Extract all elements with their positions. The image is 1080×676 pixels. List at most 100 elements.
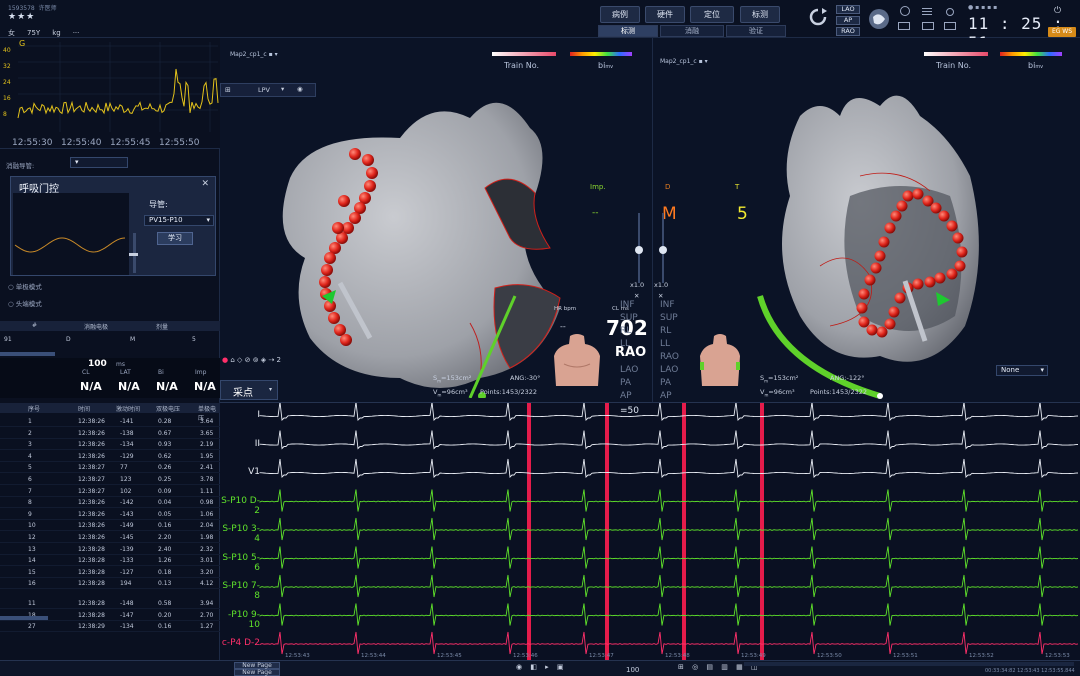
tab-mapping[interactable]: 标测 [740, 6, 780, 23]
view-ap-button[interactable]: AP [836, 16, 860, 25]
none-select[interactable]: None ▾ [996, 365, 1048, 376]
ablation-point[interactable] [956, 246, 968, 258]
ablation-catheter-select[interactable]: ▾ [70, 157, 128, 168]
ablation-point[interactable] [328, 312, 340, 324]
screen-icon[interactable] [922, 22, 934, 30]
ablation-point[interactable] [332, 222, 344, 234]
table-row[interactable]: 3 12:38:26 -134 0.93 2.19 [0, 439, 220, 451]
ablation-point[interactable] [366, 167, 378, 179]
gain-slider-handle[interactable] [129, 253, 138, 256]
table-row[interactable]: 1 12:38:26 -141 0.28 3.64 [0, 416, 220, 427]
ablation-point[interactable] [884, 222, 896, 234]
table-row[interactable]: 10 12:38:26 -149 0.16 2.04 [0, 520, 220, 532]
rotate-icon[interactable] [808, 7, 828, 29]
option-head[interactable]: ○ 头端模式 [8, 298, 42, 308]
annotation-marker[interactable] [605, 403, 609, 661]
ablation-point[interactable] [884, 318, 896, 330]
ablation-point[interactable] [888, 306, 900, 318]
channel-label[interactable]: V1 [248, 467, 260, 477]
ablation-point[interactable] [890, 210, 902, 222]
table-row[interactable]: 13 12:38:28 -139 2.40 2.32 [0, 544, 220, 555]
heart-icon[interactable] [866, 7, 892, 31]
ablation-point[interactable] [858, 288, 870, 300]
ablation-point[interactable] [858, 316, 870, 328]
ablation-point[interactable] [334, 324, 346, 336]
left-map-name[interactable]: Map2_cp1_c ▪ ▾ [230, 51, 278, 58]
table-row[interactable]: 4 12:38:26 -129 0.62 1.95 [0, 451, 220, 462]
ablation-point[interactable] [856, 302, 868, 314]
annotation-marker[interactable] [760, 403, 764, 661]
ablation-point[interactable] [946, 220, 958, 232]
zoom-handle-right[interactable] [659, 246, 667, 254]
channel-label[interactable]: S-P10 D-2 [220, 496, 260, 516]
learn-button[interactable]: 学习 [157, 232, 193, 245]
ablation-point[interactable] [924, 276, 936, 288]
new-page-button[interactable]: New Page [234, 662, 280, 669]
ablation-point[interactable] [321, 264, 333, 276]
ablation-point[interactable] [902, 190, 914, 202]
table-row[interactable]: 2 12:38:26 -138 0.67 3.65 [0, 428, 220, 439]
annotation-marker[interactable] [682, 403, 686, 661]
ablation-point[interactable] [324, 252, 336, 264]
power-icon[interactable]: ⏻ [1054, 6, 1061, 16]
table-row[interactable]: 8 12:38:26 -142 0.04 0.98 [0, 497, 220, 509]
annotation-marker[interactable] [527, 403, 531, 661]
table-row[interactable]: 7 12:38:27 102 0.09 1.11 [0, 486, 220, 497]
ablation-point[interactable] [870, 262, 882, 274]
channel-label[interactable]: S-P10 3-4 [220, 524, 260, 544]
subtab-verify[interactable]: 验证 [726, 25, 786, 37]
table-row[interactable]: 5 12:38:27 77 0.26 2.41 [0, 462, 220, 474]
table-row[interactable]: 11 12:38:28 -148 0.58 3.94 [0, 598, 220, 609]
ablation-point[interactable] [954, 260, 966, 272]
channel-label[interactable]: I [257, 410, 260, 420]
close-icon[interactable]: ✕ [201, 179, 209, 189]
ablation-point[interactable] [912, 188, 924, 200]
ablation-table-row[interactable]: 91 D M 5 [0, 334, 220, 344]
ablation-point[interactable] [338, 195, 350, 207]
ablation-point[interactable] [930, 202, 942, 214]
tab-case[interactable]: 病例 [600, 6, 640, 23]
list-icon[interactable] [922, 8, 932, 9]
timeline-scrollbar[interactable] [744, 662, 1074, 666]
view-lao-button[interactable]: LAO [836, 5, 860, 14]
channel-label[interactable]: II [255, 439, 260, 449]
ablation-point[interactable] [349, 212, 361, 224]
table-row[interactable]: 6 12:38:27 123 0.25 3.78 [0, 474, 220, 485]
ablation-point[interactable] [874, 250, 886, 262]
tab-locate[interactable]: 定位 [690, 6, 734, 23]
ablation-point[interactable] [946, 268, 958, 280]
zoom-handle-left[interactable] [635, 246, 643, 254]
channel-label[interactable]: -P10 9-10 [220, 610, 260, 630]
ablation-point[interactable] [894, 292, 906, 304]
tab-hardware[interactable]: 硬件 [645, 6, 685, 23]
subtab-mapping[interactable]: 标测 [598, 25, 658, 37]
table-row[interactable]: 27 12:38:29 -134 0.16 1.27 [0, 621, 220, 633]
ablation-point[interactable] [952, 232, 964, 244]
right-3d-map[interactable] [740, 76, 1080, 402]
table-row[interactable]: 15 12:38:28 -127 0.18 3.20 [0, 567, 220, 578]
channel-label[interactable]: S-P10 5-6 [220, 553, 260, 573]
table-row[interactable]: 16 12:38:28 194 0.13 4.12 [0, 578, 220, 590]
left-3d-map[interactable] [260, 78, 590, 398]
ablation-point[interactable] [340, 334, 352, 346]
subtab-ablation[interactable]: 消融 [660, 25, 724, 37]
view-rao-button[interactable]: RAO [836, 27, 860, 36]
ablation-point[interactable] [876, 326, 888, 338]
ablation-point[interactable] [896, 200, 908, 212]
ablation-point[interactable] [319, 276, 331, 288]
ablation-point[interactable] [878, 236, 890, 248]
channel-label[interactable]: S-P10 7-8 [220, 581, 260, 601]
ablation-point[interactable] [934, 272, 946, 284]
table-row[interactable]: 14 12:38:28 -133 1.26 3.01 [0, 555, 220, 567]
settings-icon[interactable] [946, 8, 954, 16]
ablation-point[interactable] [866, 324, 878, 336]
map-toolbar[interactable]: ● ⌂ ◇ ⊘ ⊚ ◈ ⇢ 2 [222, 356, 281, 364]
channel-label[interactable]: c-P4 D-2 [222, 638, 260, 648]
catheter-select[interactable]: PV15-P10 ▾ [144, 215, 214, 226]
egm-traces[interactable] [220, 403, 1080, 661]
table-scrollbar[interactable] [0, 352, 55, 356]
monitor-icon[interactable] [898, 22, 910, 30]
display-icon[interactable] [944, 22, 956, 30]
ablation-point[interactable] [364, 180, 376, 192]
table-row[interactable]: 12 12:38:26 -145 2.20 1.98 [0, 532, 220, 543]
